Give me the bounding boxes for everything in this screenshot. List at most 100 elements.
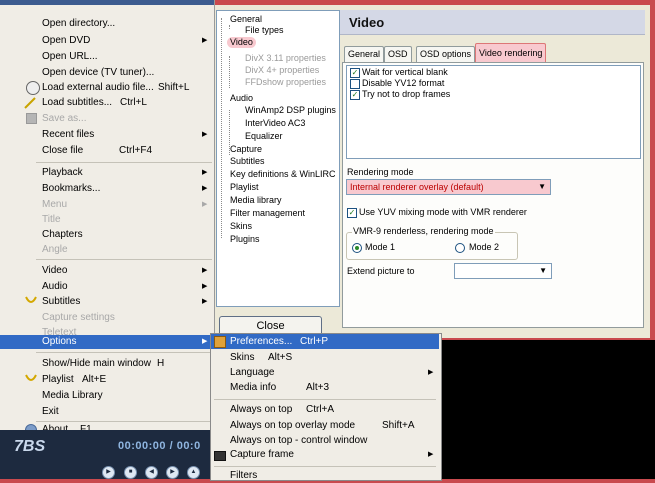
submenu-arrow-icon: ▶ (202, 37, 208, 44)
shortcut-skins: Alt+S (268, 352, 293, 363)
rendering-mode-value: Internal renderer overlay (default) (350, 182, 484, 192)
menu-separator (36, 352, 212, 353)
tree-item-divx4[interactable]: DivX 4+ properties (245, 65, 319, 76)
menu-item-open-url[interactable]: Open URL... (42, 50, 98, 64)
menu-item-bookmarks[interactable]: Bookmarks... (42, 182, 100, 196)
mode2-radio[interactable] (455, 243, 465, 253)
submenu-item-media-info[interactable]: Media info (230, 381, 276, 395)
shortcut-always-on-top: Ctrl+A (306, 404, 335, 415)
menu-item-subtitles[interactable]: Subtitles (42, 295, 80, 309)
submenu-arrow-icon: ▶ (202, 169, 208, 176)
tree-item-general[interactable]: General (230, 14, 262, 25)
chevron-down-icon: ▼ (539, 266, 547, 275)
menu-item-recent-files[interactable]: Recent files (42, 128, 94, 142)
shortcut-playlist: Alt+E (82, 374, 107, 385)
preferences-icon (214, 336, 226, 348)
menu-item-media-library[interactable]: Media Library (42, 389, 103, 403)
tree-item-divx311[interactable]: DivX 3.11 properties (245, 53, 326, 64)
menu-item-exit[interactable]: Exit (42, 405, 59, 419)
menu-item-chapters[interactable]: Chapters (42, 228, 83, 242)
menu-item-show-hide-main[interactable]: Show/Hide main window (42, 357, 151, 371)
page-title: Video (349, 15, 385, 30)
extend-picture-label: Extend picture to (347, 266, 415, 276)
tab-osd-options[interactable]: OSD options (416, 46, 476, 63)
disable-yv12-checkbox[interactable] (350, 79, 360, 89)
stop-icon[interactable]: ■ (124, 466, 137, 479)
tree-item-filter-management[interactable]: Filter management (230, 208, 305, 219)
shortcut-close-file: Ctrl+F4 (119, 145, 153, 156)
tree-item-equalizer[interactable]: Equalizer (245, 131, 283, 142)
video-header (340, 10, 645, 35)
no-drop-frames-label: Try not to drop frames (362, 89, 451, 99)
tree-item-intervideo-ac3[interactable]: InterVideo AC3 (245, 118, 305, 129)
menu-item-load-subtitles[interactable]: Load subtitles... (42, 96, 112, 110)
previous-icon[interactable]: ◀ (145, 466, 158, 479)
tree-item-subtitles[interactable]: Subtitles (230, 156, 265, 167)
menu-item-playback[interactable]: Playback (42, 166, 83, 180)
menu-separator (214, 399, 436, 400)
menu-item-angle: Angle (42, 244, 68, 255)
player-logo: 7BS (14, 438, 46, 455)
tab-general[interactable]: General (344, 46, 385, 63)
submenu-item-skins[interactable]: Skins (230, 351, 254, 365)
menu-item-open-directory[interactable]: Open directory... (42, 17, 115, 31)
tree-item-audio[interactable]: Audio (230, 93, 253, 104)
tree-item-key-definitions[interactable]: Key definitions & WinLIRC (230, 169, 336, 180)
play-icon[interactable]: ▶ (102, 466, 115, 479)
submenu-arrow-icon: ▶ (428, 451, 434, 458)
tree-item-media-library[interactable]: Media library (230, 195, 282, 206)
shortcut-load-subtitles: Ctrl+L (120, 97, 147, 108)
menu-item-load-audio[interactable]: Load external audio file... (42, 81, 154, 95)
submenu-item-always-on-top[interactable]: Always on top (230, 403, 292, 417)
submenu-arrow-icon: ▶ (202, 267, 208, 274)
tree-item-skins[interactable]: Skins (230, 221, 252, 232)
rendering-mode-select[interactable]: Internal renderer overlay (default) ▼ (346, 179, 551, 195)
submenu-item-language[interactable]: Language (230, 366, 275, 380)
submenu-item-overlay-mode[interactable]: Always on top overlay mode (230, 419, 355, 433)
submenu-item-preferences[interactable]: Preferences... (230, 335, 292, 349)
eject-icon[interactable]: ▲ (187, 466, 200, 479)
menu-item-open-device[interactable]: Open device (TV tuner)... (42, 66, 154, 80)
tab-video-rendering[interactable]: Video rendering (475, 43, 547, 63)
submenu-arrow-icon: ▶ (202, 283, 208, 290)
shortcut-media-info: Alt+3 (306, 382, 330, 393)
menu-item-options[interactable]: Options (42, 335, 76, 349)
tree-item-ffdshow[interactable]: FFDshow properties (245, 77, 326, 88)
menu-separator (214, 466, 436, 467)
next-icon[interactable]: ▶ (166, 466, 179, 479)
wait-vblank-label: Wait for vertical blank (362, 67, 448, 77)
tree-item-capture[interactable]: Capture (230, 144, 262, 155)
menu-item-open-dvd[interactable]: Open DVD (42, 34, 90, 48)
mode1-label: Mode 1 (365, 242, 396, 252)
menu-item-close-file[interactable]: Close file (42, 144, 83, 158)
tree-item-video[interactable]: Video (227, 37, 256, 48)
menu-item-menu: Menu (42, 199, 68, 210)
extend-picture-select[interactable]: ▼ (454, 263, 552, 279)
audio-file-icon (26, 81, 40, 95)
menu-item-video[interactable]: Video (42, 264, 67, 278)
menu-item-title: Title (42, 214, 61, 225)
yuv-mixing-checkbox[interactable]: ✓ (347, 208, 357, 218)
shortcut-overlay-mode: Shift+A (382, 420, 415, 431)
submenu-item-filters[interactable]: Filters (230, 469, 257, 483)
tree-item-winamp2-dsp[interactable]: WinAmp2 DSP plugins (245, 105, 336, 116)
menu-item-capture-settings: Capture settings (42, 312, 115, 323)
no-drop-frames-checkbox[interactable]: ✓ (350, 90, 360, 100)
submenu-arrow-icon: ▶ (202, 201, 208, 208)
submenu-item-control-window[interactable]: Always on top - control window (230, 434, 367, 448)
submenu-arrow-icon: ▶ (202, 131, 208, 138)
menu-separator (36, 259, 212, 260)
menu-separator (36, 421, 212, 422)
tab-osd[interactable]: OSD (384, 46, 412, 63)
shortcut-load-audio: Shift+L (158, 82, 190, 93)
menu-item-audio[interactable]: Audio (42, 280, 68, 294)
submenu-arrow-icon: ▶ (202, 298, 208, 305)
tree-item-file-types[interactable]: File types (245, 25, 284, 36)
submenu-item-capture-frame[interactable]: Capture frame (230, 448, 294, 462)
mode1-radio[interactable] (352, 243, 362, 253)
tree-item-plugins[interactable]: Plugins (230, 234, 260, 245)
tree-item-playlist[interactable]: Playlist (230, 182, 259, 193)
save-icon (26, 113, 37, 124)
menu-item-playlist[interactable]: Playlist (42, 373, 74, 387)
wait-vblank-checkbox[interactable]: ✓ (350, 68, 360, 78)
